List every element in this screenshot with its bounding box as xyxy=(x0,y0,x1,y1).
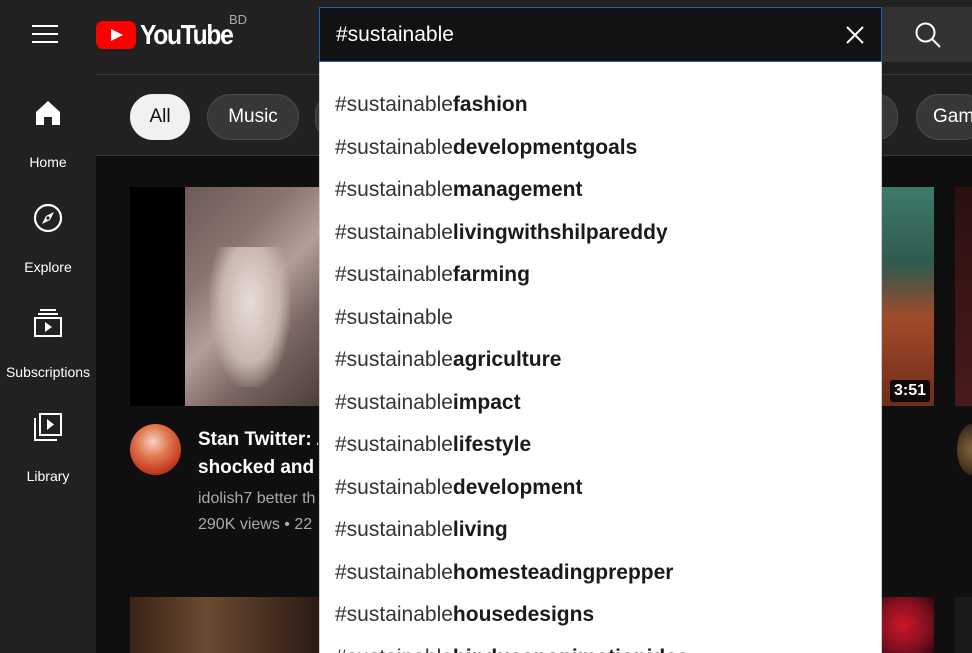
sidebar-item-label: Library xyxy=(26,468,70,484)
sidebar-item-explore[interactable]: Explore xyxy=(0,187,96,282)
video-thumbnail[interactable] xyxy=(882,597,934,653)
video-channel-name[interactable]: idolish7 better th xyxy=(198,490,318,508)
subscriptions-icon xyxy=(34,309,62,337)
suggestion-completion-part: living xyxy=(452,518,508,541)
youtube-play-icon xyxy=(96,21,136,49)
suggestion-query-part: #sustainable xyxy=(335,560,453,584)
suggestion-completion-part: impact xyxy=(452,390,521,414)
search-suggestion-item[interactable]: #sustainablelivingwithshilpareddy xyxy=(320,212,881,255)
suggestion-query-part: #sustainable xyxy=(335,518,453,541)
sidebar-item-library[interactable]: Library xyxy=(0,396,96,491)
video-thumbnail[interactable]: 3:51 xyxy=(882,187,934,406)
suggestion-query-part: #sustainable xyxy=(335,305,453,329)
sidebar: Home Explore Subscriptions Library xyxy=(0,74,96,653)
search-button[interactable] xyxy=(882,7,972,62)
chip-all[interactable]: All xyxy=(130,94,190,140)
search-suggestion-item[interactable]: #sustainablefashion xyxy=(320,84,881,127)
search-suggestion-item[interactable]: #sustainablehomesteadingprepper xyxy=(320,552,881,595)
suggestion-completion-part: fashion xyxy=(452,93,528,116)
suggestion-completion-part: lifestyle xyxy=(452,433,532,456)
suggestion-query-part: #sustainable xyxy=(335,220,453,244)
search-icon xyxy=(915,22,941,48)
suggestion-completion-part: management xyxy=(452,178,583,201)
suggestion-query-part: #sustainable xyxy=(335,475,453,499)
video-meta: 290K views • 22 xyxy=(198,516,313,533)
youtube-logo[interactable]: YouTube xyxy=(96,18,245,52)
search-box[interactable] xyxy=(319,7,882,62)
search-suggestion-item[interactable]: #sustainableimpact xyxy=(320,382,881,425)
suggestion-query-part: #sustainable xyxy=(335,263,453,286)
search-input[interactable] xyxy=(336,22,816,48)
sidebar-item-label: Home xyxy=(29,154,67,170)
suggestion-query-part: #sustainable xyxy=(335,348,453,371)
search-suggestions-dropdown: #sustainablefashion #sustainabledevelopme… xyxy=(319,62,882,653)
search-suggestion-item[interactable]: #sustainabledevelopmentgoals xyxy=(320,127,881,170)
suggestion-query-part: #sustainable xyxy=(335,135,453,159)
video-thumbnail[interactable] xyxy=(955,597,972,653)
video-thumbnail[interactable] xyxy=(955,187,972,406)
suggestion-query-part: #sustainable xyxy=(335,646,453,653)
search-suggestion-item[interactable]: #sustainablehindusanonimationidea xyxy=(320,637,881,653)
home-icon xyxy=(36,101,60,125)
video-thumbnail[interactable] xyxy=(130,597,320,653)
chip-music[interactable]: Music xyxy=(207,94,299,140)
sidebar-item-label: Explore xyxy=(24,259,72,275)
suggestion-completion-part: development xyxy=(452,475,583,499)
search-suggestion-item[interactable]: #sustainablehousedesigns xyxy=(320,594,881,637)
suggestion-query-part: #sustainable xyxy=(335,178,453,201)
search-suggestion-item[interactable]: #sustainablefarming xyxy=(320,254,881,297)
suggestion-query-part: #sustainable xyxy=(335,93,453,116)
search-suggestion-item[interactable]: #sustainableliving xyxy=(320,509,881,552)
video-title[interactable]: Stan Twitter: A shocked and f xyxy=(198,426,318,482)
suggestion-completion-part: farming xyxy=(452,263,530,286)
search-suggestion-item[interactable]: #sustainabledevelopment xyxy=(320,467,881,510)
hamburger-menu-icon[interactable] xyxy=(28,21,62,49)
close-icon[interactable] xyxy=(843,23,867,47)
suggestion-completion-part: homesteadingprepper xyxy=(452,560,674,584)
chip-gaming[interactable]: Gam xyxy=(916,94,972,140)
video-duration: 3:51 xyxy=(889,380,930,402)
channel-avatar[interactable] xyxy=(957,424,972,475)
logo-text: YouTube xyxy=(140,19,234,50)
sidebar-item-label: Subscriptions xyxy=(5,364,91,380)
search-suggestion-item[interactable]: #sustainableagriculture xyxy=(320,339,881,382)
search-suggestion-item[interactable]: #sustainablelifestyle xyxy=(320,424,881,467)
suggestion-query-part: #sustainable xyxy=(335,603,453,626)
suggestion-completion-part: developmentgoals xyxy=(452,135,638,159)
compass-icon xyxy=(33,203,63,233)
video-thumbnail[interactable] xyxy=(130,187,320,406)
sidebar-item-subscriptions[interactable]: Subscriptions xyxy=(0,292,96,387)
suggestion-query-part: #sustainable xyxy=(335,390,453,414)
library-icon xyxy=(34,413,62,441)
search-suggestion-item[interactable]: #sustainable xyxy=(320,297,881,340)
suggestion-completion-part: housedesigns xyxy=(452,603,595,626)
search-suggestion-item[interactable]: #sustainablemanagement xyxy=(320,169,881,212)
suggestion-completion-part: hindusanonimationidea xyxy=(453,646,689,653)
sidebar-item-home[interactable]: Home xyxy=(0,82,96,177)
suggestion-query-part: #sustainable xyxy=(335,433,453,456)
country-code: BD xyxy=(229,12,248,27)
suggestion-completion-part: livingwithshilpareddy xyxy=(452,220,668,244)
channel-avatar[interactable] xyxy=(130,424,181,475)
suggestion-completion-part: agriculture xyxy=(452,348,562,371)
